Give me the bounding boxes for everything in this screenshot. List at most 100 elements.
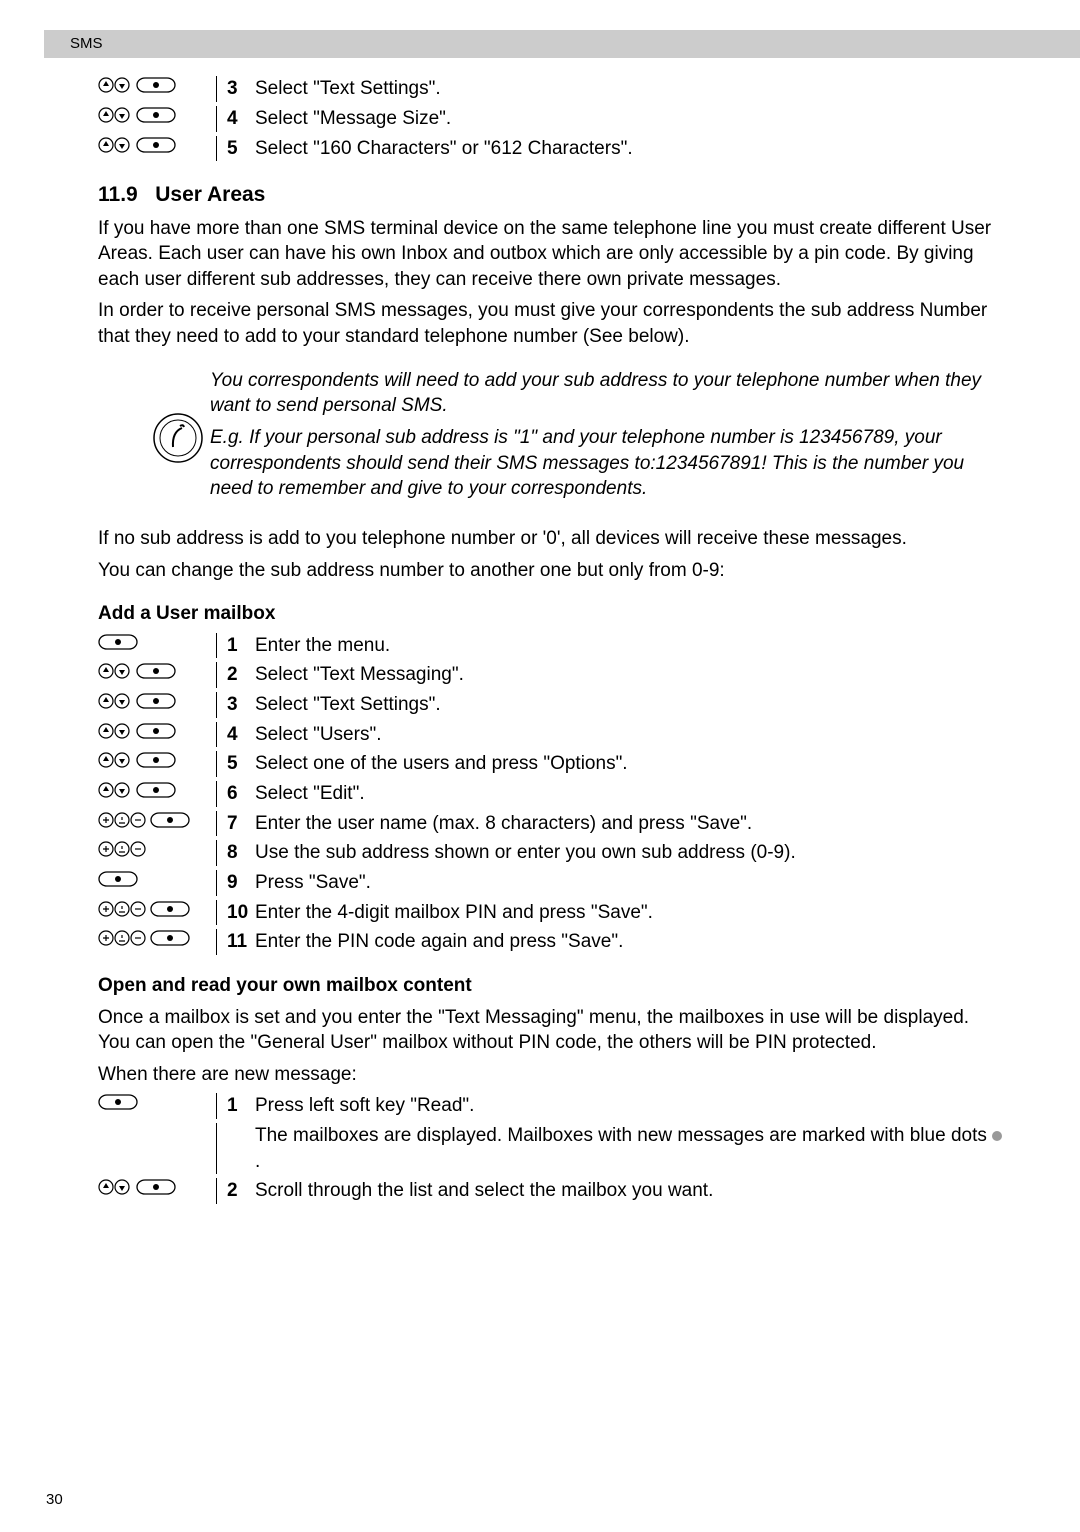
up-down-icon [98,106,132,124]
step-number: 9 [227,870,255,896]
step-number: 5 [227,751,255,777]
step-icons [98,662,216,680]
step-text: Scroll through the list and select the m… [255,1178,1004,1204]
step-icons [98,811,216,829]
step-icons [98,900,216,918]
step-text: Select one of the users and press "Optio… [255,751,1004,777]
keypad-icon [98,811,146,829]
select-button-icon [136,136,176,154]
step-row: 2Select "Text Messaging". [98,662,1004,688]
step-number: 3 [227,692,255,718]
sub-heading: Add a User mailbox [98,601,1004,627]
step-row: 8Use the sub address shown or enter you … [98,840,1004,866]
select-button-icon [136,76,176,94]
section-heading: User Areas [155,183,265,206]
step-number: 11 [227,929,255,955]
step-icons [98,76,216,94]
step-icons [98,870,216,888]
step-row: 3 Select "Text Settings". [98,76,1004,102]
step-text: Enter the 4-digit mailbox PIN and press … [255,900,1004,926]
up-down-icon [98,1178,132,1196]
step-icons [98,1093,216,1111]
select-button-icon [150,900,190,918]
step-text: Select "Users". [255,722,1004,748]
step-text: Press "Save". [255,870,1004,896]
keypad-icon [98,929,146,947]
up-down-icon [98,662,132,680]
select-button-icon [98,1093,138,1111]
step-text: Select "Message Size". [255,106,1004,132]
step-text: Use the sub address shown or enter you o… [255,840,1004,866]
step-text: Enter the menu. [255,633,1004,659]
step-extra-text: The mailboxes are displayed. Mailboxes w… [255,1123,1004,1174]
step-text: Select "Text Messaging". [255,662,1004,688]
select-button-icon [136,106,176,124]
up-down-icon [98,692,132,710]
step-number: 2 [227,1178,255,1204]
paragraph: If no sub address is add to you telephon… [98,526,1004,552]
up-down-icon [98,722,132,740]
step-icons [98,929,216,947]
step-text: Enter the PIN code again and press "Save… [255,929,1004,955]
section-header-text: SMS [70,35,103,52]
step-row: 7Enter the user name (max. 8 characters)… [98,811,1004,837]
select-button-icon [136,1178,176,1196]
step-text: Enter the user name (max. 8 characters) … [255,811,1004,837]
page-number: 30 [46,1490,63,1510]
note-icon [146,412,210,464]
note-paragraph: E.g. If your personal sub address is "1"… [210,425,1004,502]
step-icons [98,840,216,858]
select-button-icon [150,811,190,829]
step-icons [98,1178,216,1196]
up-down-icon [98,781,132,799]
step-number: 6 [227,781,255,807]
step-row: 10Enter the 4-digit mailbox PIN and pres… [98,900,1004,926]
blue-dot-icon [992,1131,1002,1141]
paragraph: When there are new message: [98,1062,1004,1088]
step-row: 4 Select "Message Size". [98,106,1004,132]
section-title: 11.9 User Areas [98,181,1004,209]
step-text: Select "Text Settings". [255,76,1004,102]
up-down-icon [98,76,132,94]
up-down-icon [98,751,132,769]
step-number: 8 [227,840,255,866]
step-number: 1 [227,1093,255,1119]
step-row: 4Select "Users". [98,722,1004,748]
step-row: The mailboxes are displayed. Mailboxes w… [98,1123,1004,1174]
step-row: 5Select one of the users and press "Opti… [98,751,1004,777]
paragraph: In order to receive personal SMS message… [98,298,1004,349]
step-row: 11Enter the PIN code again and press "Sa… [98,929,1004,955]
step-text: Press left soft key "Read". [255,1093,1004,1119]
note-paragraph: You correspondents will need to add your… [210,368,1004,419]
select-button-icon [136,751,176,769]
step-number: 3 [227,76,255,102]
step-icons [98,722,216,740]
step-row: 1Enter the menu. [98,633,1004,659]
note-block: You correspondents will need to add your… [146,368,1004,508]
step-row: 6Select "Edit". [98,781,1004,807]
sub-heading: Open and read your own mailbox content [98,973,1004,999]
text-part-b: . [255,1151,260,1172]
select-button-icon [136,692,176,710]
step-icons [98,692,216,710]
step-icons [98,106,216,124]
select-button-icon [98,870,138,888]
step-number: 10 [227,900,255,926]
select-button-icon [136,662,176,680]
step-text: Select "160 Characters" or "612 Characte… [255,136,1004,162]
keypad-icon [98,840,146,858]
select-button-icon [150,929,190,947]
step-row: 2Scroll through the list and select the … [98,1178,1004,1204]
step-number: 4 [227,106,255,132]
step-number: 4 [227,722,255,748]
step-number: 2 [227,662,255,688]
text-part-a: The mailboxes are displayed. Mailboxes w… [255,1125,992,1146]
step-number: 5 [227,136,255,162]
select-button-icon [136,722,176,740]
paragraph: You can change the sub address number to… [98,558,1004,584]
step-row: 3Select "Text Settings". [98,692,1004,718]
step-text: Select "Edit". [255,781,1004,807]
up-down-icon [98,136,132,154]
select-button-icon [98,633,138,651]
step-icons [98,633,216,651]
